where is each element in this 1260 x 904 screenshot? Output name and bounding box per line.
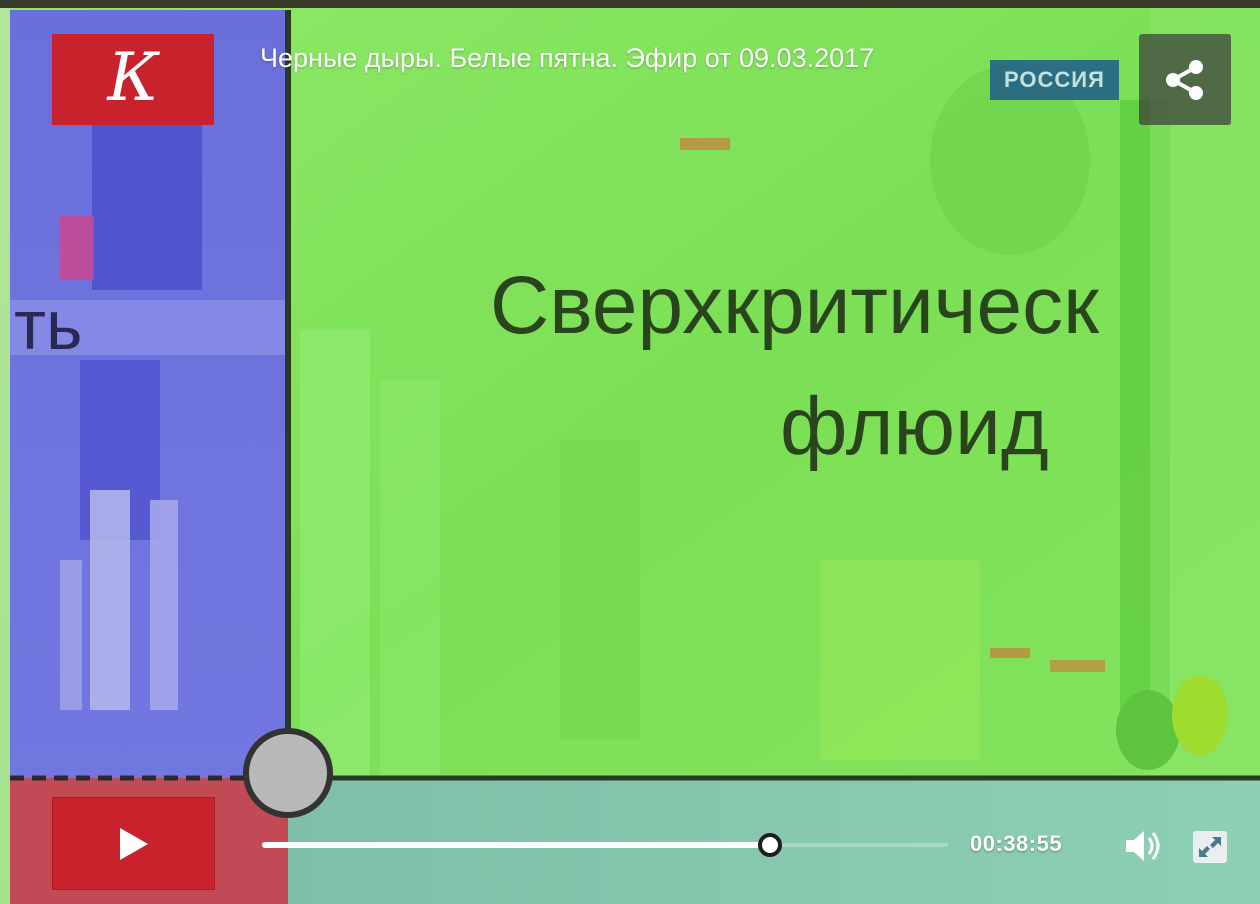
channel-logo-letter: К [107, 38, 159, 116]
share-icon [1166, 59, 1203, 100]
volume-icon [1126, 831, 1160, 861]
fullscreen-icon [1193, 831, 1227, 863]
progress-thumb[interactable] [758, 833, 782, 857]
progress-bar[interactable] [262, 833, 948, 857]
progress-fill [262, 842, 770, 848]
video-player[interactable]: Сверхкритическ флюид ть РОССИЯ К Черные … [0, 0, 1260, 904]
channel-watermark: РОССИЯ [990, 60, 1119, 100]
play-button[interactable] [52, 797, 215, 890]
frame-caption-second-line: флюид [780, 381, 1049, 472]
current-time: 00:38:55 [970, 831, 1063, 856]
share-button[interactable] [1139, 34, 1231, 125]
top-edge [0, 0, 1260, 8]
frame-caption-left: ть [14, 286, 83, 364]
channel-watermark-text: РОССИЯ [1004, 67, 1105, 92]
video-frame [0, 0, 1260, 904]
play-icon [119, 827, 148, 860]
video-title[interactable]: Черные дыры. Белые пятна. Эфир от 09.03.… [260, 42, 900, 75]
frame-caption: Сверхкритическ [490, 260, 1099, 351]
channel-logo[interactable]: К [52, 34, 214, 125]
fullscreen-button[interactable] [1192, 830, 1228, 864]
volume-button[interactable] [1124, 826, 1166, 866]
